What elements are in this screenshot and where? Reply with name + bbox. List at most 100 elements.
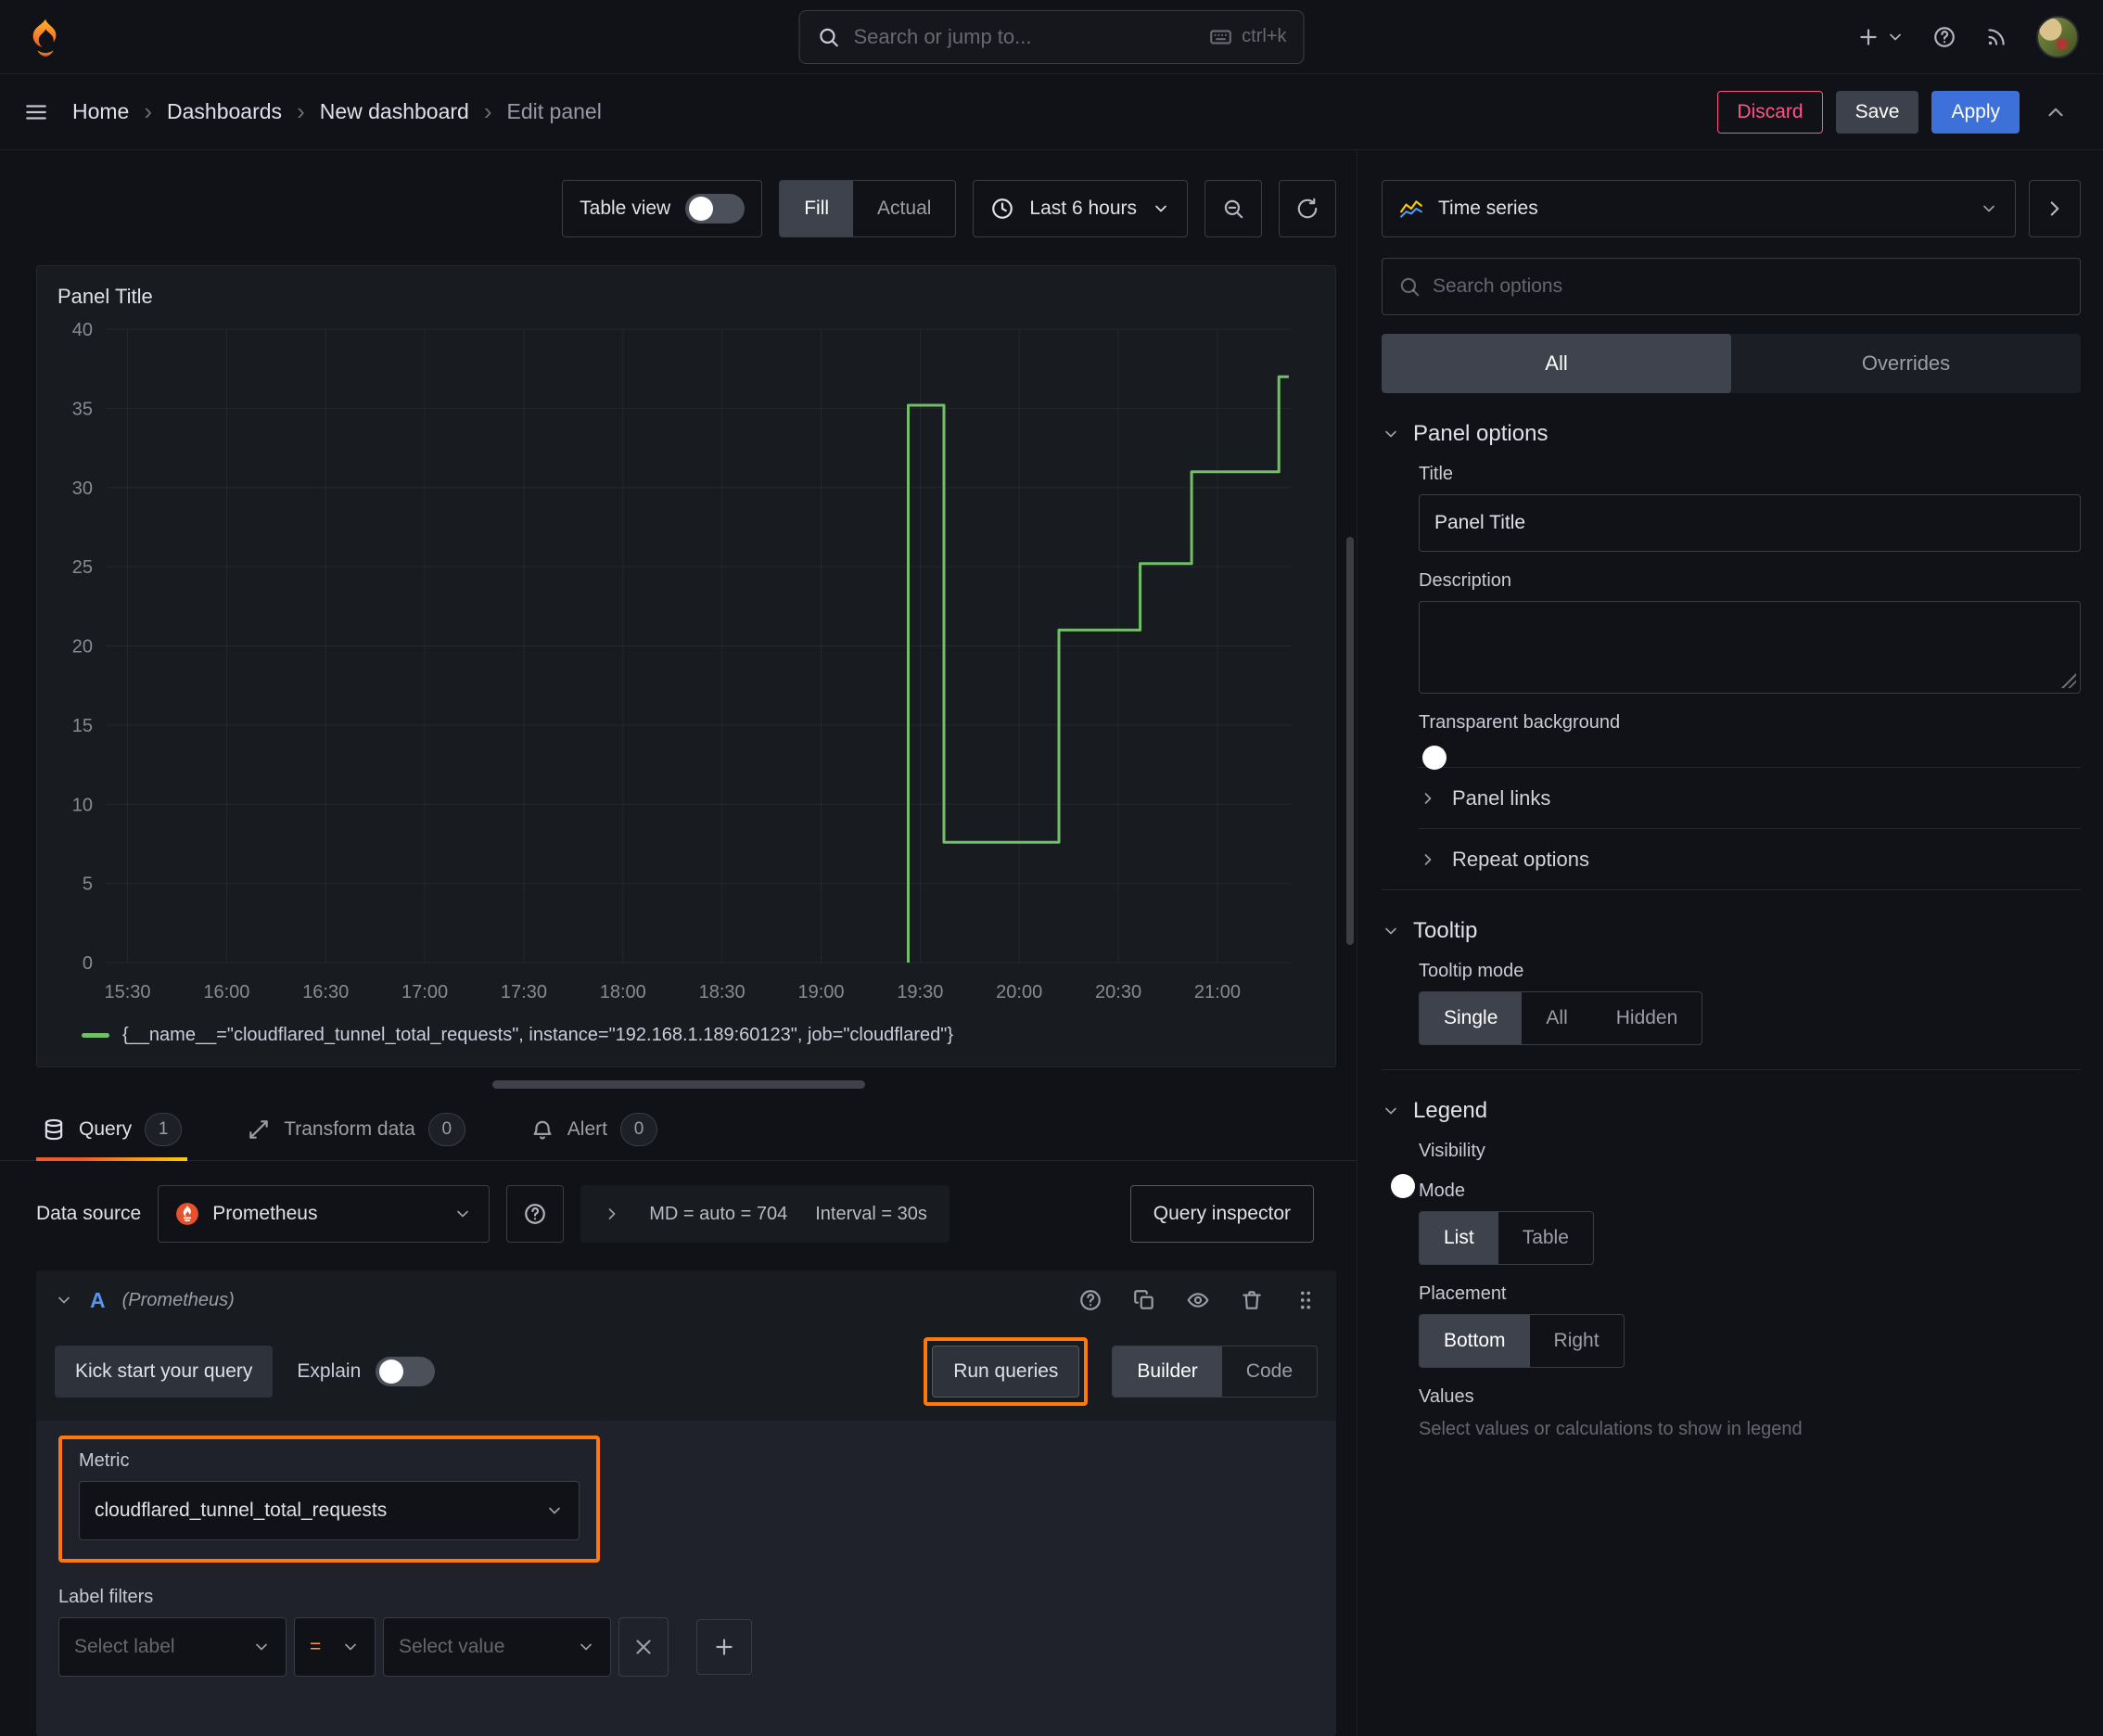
- chevron-right-icon: [1419, 789, 1437, 808]
- options-search[interactable]: [1382, 258, 2081, 315]
- repeat-options-row[interactable]: Repeat options: [1419, 828, 2081, 889]
- run-queries-highlight: Run queries: [924, 1337, 1089, 1406]
- breadcrumb-edit-panel: Edit panel: [506, 99, 602, 123]
- time-range-picker[interactable]: Last 6 hours: [973, 180, 1188, 237]
- transform-icon: [247, 1117, 271, 1142]
- refresh-button[interactable]: [1279, 180, 1336, 237]
- tab-alert[interactable]: Alert 0: [525, 1098, 663, 1160]
- datasource-label: Data source: [36, 1203, 142, 1224]
- svg-text:30: 30: [72, 479, 93, 499]
- chevron-down-icon: [1980, 199, 1998, 218]
- tooltip-hidden-option[interactable]: Hidden: [1592, 992, 1702, 1044]
- kick-start-button[interactable]: Kick start your query: [55, 1346, 274, 1398]
- panel-legend: {__name__="cloudflared_tunnel_total_requ…: [54, 1016, 1315, 1053]
- title-label: Title: [1419, 464, 1454, 484]
- actual-option[interactable]: Actual: [853, 181, 955, 236]
- breadcrumb-new-dashboard[interactable]: New dashboard: [320, 99, 469, 124]
- datasource-value: Prometheus: [212, 1203, 318, 1224]
- legend-swatch[interactable]: [82, 1032, 109, 1038]
- query-options-summary[interactable]: MD = auto = 704 Interval = 30s: [580, 1185, 950, 1243]
- description-textarea[interactable]: [1419, 601, 2081, 694]
- datasource-help-button[interactable]: [506, 1185, 565, 1243]
- zoom-out-button[interactable]: [1204, 180, 1262, 237]
- builder-option[interactable]: Builder: [1113, 1347, 1222, 1397]
- table-view-toggle[interactable]: [685, 194, 746, 223]
- tab-transform[interactable]: Transform data 0: [241, 1098, 471, 1160]
- visualization-value: Time series: [1438, 198, 1538, 219]
- explain-toggle[interactable]: [376, 1357, 436, 1386]
- query-datasource-note: (Prometheus): [121, 1289, 235, 1310]
- grafana-logo[interactable]: [24, 16, 67, 58]
- svg-text:16:30: 16:30: [302, 982, 349, 1002]
- datasource-picker[interactable]: Prometheus: [158, 1185, 491, 1243]
- label-filters-row: Select label = Select value: [58, 1617, 1314, 1677]
- tab-query[interactable]: Query 1: [36, 1098, 188, 1161]
- grip-icon[interactable]: [1294, 1288, 1318, 1312]
- tab-overrides[interactable]: Overrides: [1731, 334, 2081, 393]
- svg-text:25: 25: [72, 557, 93, 578]
- chevron-right-icon: [1419, 850, 1437, 869]
- left-pane-scrollbar[interactable]: [1346, 537, 1354, 945]
- options-scroll: Panel options Title Description Transpar…: [1357, 393, 2103, 1736]
- query-inspector-button[interactable]: Query inspector: [1129, 1185, 1314, 1243]
- tooltip-header[interactable]: Tooltip: [1382, 890, 2081, 961]
- tooltip-all-option[interactable]: All: [1522, 992, 1591, 1044]
- svg-text:15:30: 15:30: [104, 982, 150, 1002]
- panel-options-header[interactable]: Panel options: [1382, 393, 2081, 464]
- metric-select[interactable]: cloudflared_tunnel_total_requests: [79, 1481, 580, 1540]
- svg-text:17:30: 17:30: [501, 982, 547, 1002]
- panel-title-input[interactable]: [1419, 494, 2081, 552]
- eye-icon[interactable]: [1186, 1288, 1210, 1312]
- remove-filter-button[interactable]: [618, 1617, 669, 1677]
- interval-stat: Interval = 30s: [815, 1203, 927, 1224]
- panel-options-title: Panel options: [1413, 421, 1549, 446]
- options-search-input[interactable]: [1433, 275, 2065, 298]
- tab-all[interactable]: All: [1382, 334, 1731, 393]
- placement-right-option[interactable]: Right: [1530, 1315, 1624, 1367]
- time-series-chart[interactable]: 0 5 10 15 20 25 30 35 40 15:30 16:00 16:30 17:00 17:3…: [54, 314, 1315, 1016]
- avatar[interactable]: [2036, 15, 2079, 58]
- operator-dropdown[interactable]: =: [294, 1617, 376, 1677]
- query-count-badge: 1: [145, 1112, 183, 1146]
- search-input[interactable]: [853, 24, 1196, 49]
- run-queries-button[interactable]: Run queries: [932, 1346, 1080, 1398]
- fill-option[interactable]: Fill: [780, 181, 854, 236]
- panel-title[interactable]: Panel Title: [57, 285, 1315, 309]
- help-icon[interactable]: [1078, 1288, 1102, 1312]
- panel-toolbar: Table view Fill Actual Last 6 hours: [0, 150, 1357, 237]
- copy-icon[interactable]: [1132, 1288, 1156, 1312]
- chevron-down-icon[interactable]: [55, 1291, 73, 1309]
- select-label-dropdown[interactable]: Select label: [58, 1617, 287, 1677]
- pane-splitter[interactable]: [491, 1080, 865, 1089]
- legend-header[interactable]: Legend: [1382, 1070, 2081, 1141]
- add-menu-button[interactable]: [1856, 25, 1905, 49]
- legend-table-option[interactable]: Table: [1498, 1212, 1593, 1264]
- edit-pane: Table view Fill Actual Last 6 hours Pane…: [0, 150, 1357, 1736]
- help-icon: [523, 1202, 547, 1226]
- breadcrumb-home[interactable]: Home: [72, 99, 129, 124]
- breadcrumb-dashboards[interactable]: Dashboards: [167, 99, 282, 124]
- code-option[interactable]: Code: [1222, 1347, 1317, 1397]
- save-button[interactable]: Save: [1835, 90, 1919, 134]
- trash-icon[interactable]: [1240, 1288, 1264, 1312]
- news-icon[interactable]: [1984, 25, 2008, 49]
- help-icon[interactable]: [1932, 25, 1956, 49]
- legend-series-label[interactable]: {__name__="cloudflared_tunnel_total_requ…: [122, 1025, 953, 1046]
- collapse-options-button[interactable]: [2029, 180, 2081, 237]
- svg-text:10: 10: [72, 795, 93, 815]
- discard-button[interactable]: Discard: [1717, 90, 1823, 134]
- query-ref-id[interactable]: A: [90, 1288, 106, 1313]
- panel-links-row[interactable]: Panel links: [1419, 767, 2081, 828]
- apply-button[interactable]: Apply: [1931, 90, 2020, 134]
- visualization-picker[interactable]: Time series: [1382, 180, 2016, 237]
- collapse-header-button[interactable]: [2033, 91, 2079, 134]
- placement-bottom-option[interactable]: Bottom: [1420, 1315, 1530, 1367]
- global-search[interactable]: ctrl+k: [798, 9, 1305, 64]
- legend-list-option[interactable]: List: [1420, 1212, 1498, 1264]
- select-value-dropdown[interactable]: Select value: [383, 1617, 611, 1677]
- menu-icon[interactable]: [24, 100, 48, 124]
- tooltip-single-option[interactable]: Single: [1420, 992, 1523, 1044]
- legend-values-help: Select values or calculations to show in…: [1419, 1419, 1803, 1439]
- plus-icon: [712, 1635, 736, 1659]
- add-filter-button[interactable]: [696, 1619, 752, 1675]
